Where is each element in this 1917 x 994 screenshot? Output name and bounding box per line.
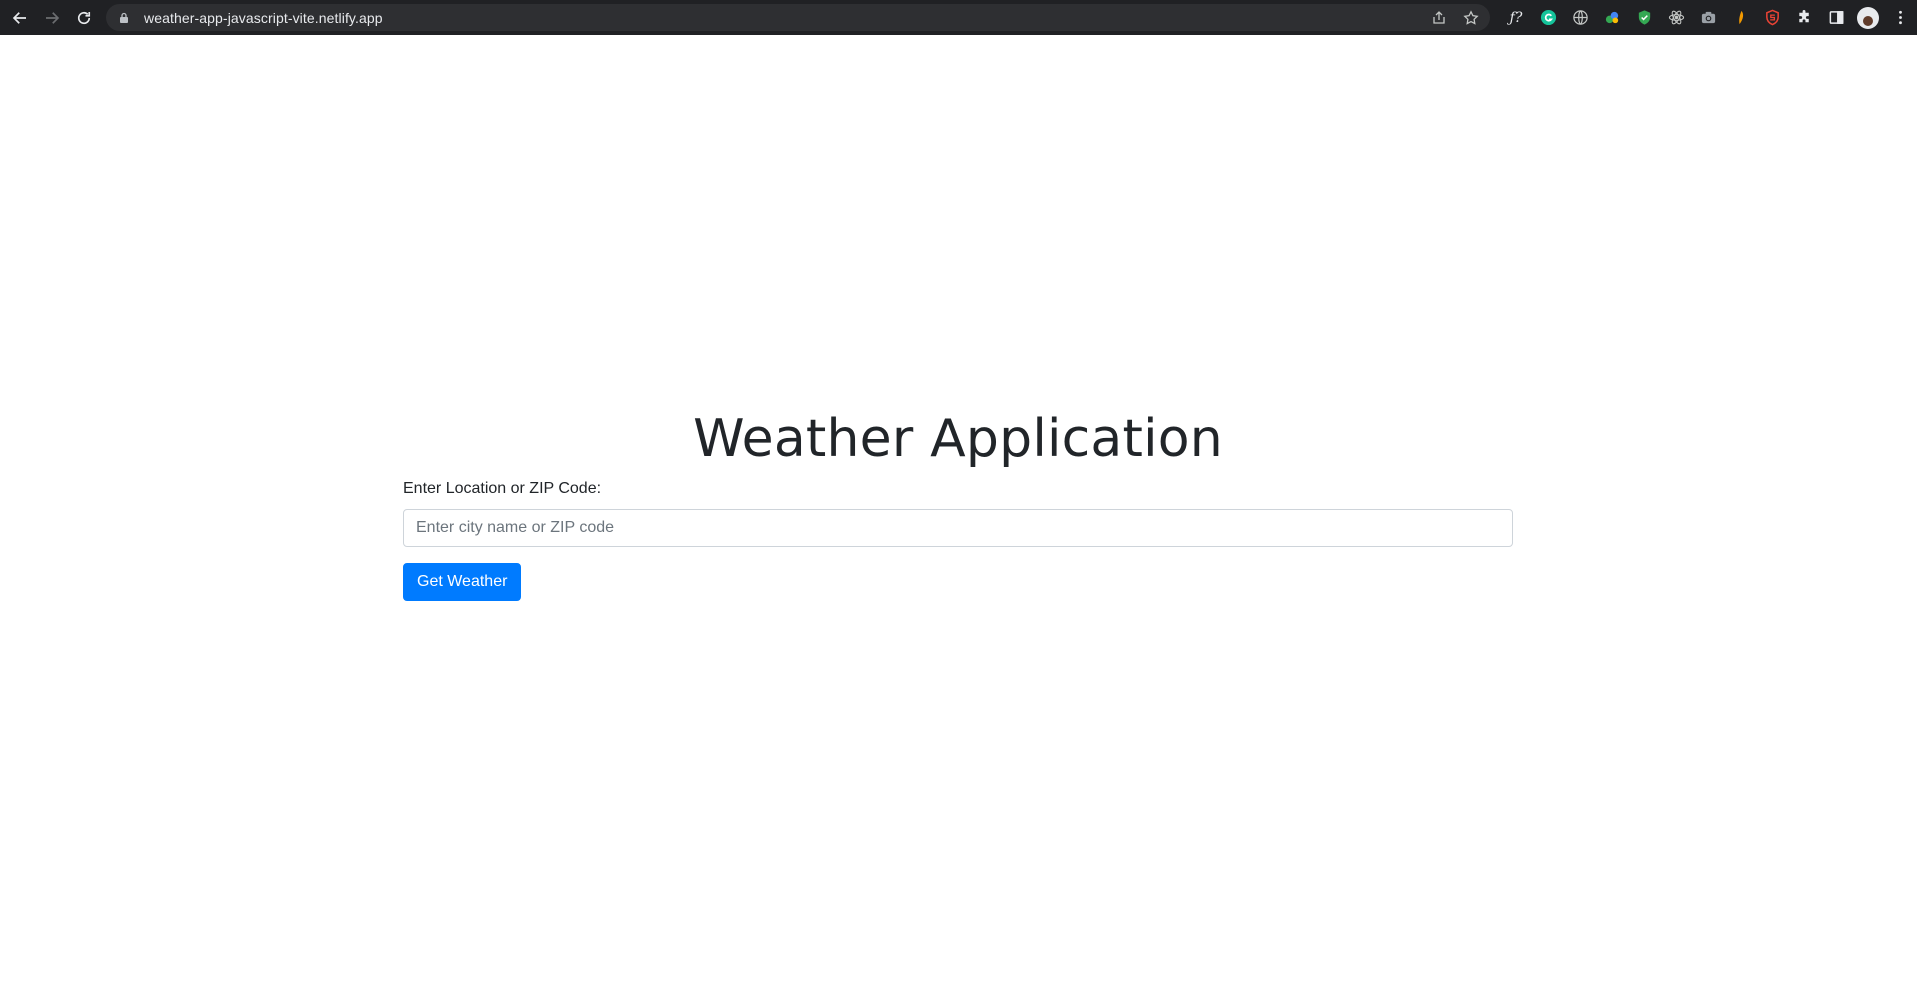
- leaf-icon[interactable]: [1724, 2, 1756, 34]
- back-button[interactable]: [4, 2, 36, 34]
- shield-check-icon[interactable]: [1628, 2, 1660, 34]
- forward-icon: [46, 11, 60, 24]
- page-title: Weather Application: [693, 409, 1223, 469]
- share-icon[interactable]: [1426, 5, 1452, 31]
- back-icon: [12, 11, 26, 24]
- puzzle-extensions-icon[interactable]: [1788, 2, 1820, 34]
- reload-icon: [77, 11, 91, 24]
- grammarly-icon[interactable]: [1532, 2, 1564, 34]
- location-input[interactable]: [403, 509, 1513, 547]
- page-content: Weather Application Enter Location or ZI…: [0, 35, 1917, 994]
- font-identifier-icon[interactable]: ƒ?: [1500, 2, 1532, 34]
- color-extension-icon[interactable]: [1596, 2, 1628, 34]
- lock-icon: [118, 11, 132, 25]
- bookmark-star-icon[interactable]: [1458, 5, 1484, 31]
- browser-toolbar: weather-app-javascript-vite.netlify.app …: [0, 0, 1917, 35]
- location-label: Enter Location or ZIP Code:: [403, 480, 602, 497]
- get-weather-button[interactable]: Get Weather: [403, 563, 522, 601]
- profile-avatar[interactable]: [1852, 2, 1884, 34]
- shield-red-icon[interactable]: [1756, 2, 1788, 34]
- globe-icon[interactable]: [1564, 2, 1596, 34]
- reload-button[interactable]: [68, 2, 100, 34]
- react-devtools-icon[interactable]: [1660, 2, 1692, 34]
- more-menu-icon[interactable]: [1884, 2, 1916, 34]
- camera-icon[interactable]: [1692, 2, 1724, 34]
- address-bar[interactable]: weather-app-javascript-vite.netlify.app: [106, 4, 1490, 31]
- weather-form-container: Weather Application Enter Location or ZI…: [403, 407, 1513, 601]
- url-text[interactable]: weather-app-javascript-vite.netlify.app: [144, 10, 383, 26]
- side-panel-icon[interactable]: [1820, 2, 1852, 34]
- forward-button[interactable]: [36, 2, 68, 34]
